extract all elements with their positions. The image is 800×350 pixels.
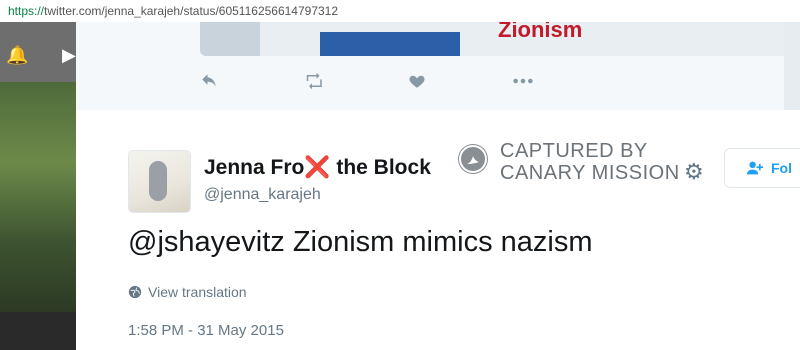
watermark-line2: CANARY MISSION — [500, 162, 680, 184]
more-icon[interactable] — [512, 72, 616, 96]
follow-user-icon — [747, 161, 763, 175]
follow-button[interactable]: Fol — [724, 148, 800, 188]
url-path: twitter.com/jenna_karajeh/status/6051162… — [44, 4, 339, 18]
follow-label: Fol — [771, 160, 792, 176]
display-name-part2: the Block — [330, 156, 431, 179]
user-handle[interactable]: @jenna_karajeh — [204, 186, 321, 204]
tweet-timestamp[interactable]: 1:58 PM - 31 May 2015 — [128, 322, 284, 339]
watermark-line1: CAPTURED BY — [500, 140, 648, 162]
url-scheme: https:// — [8, 4, 45, 18]
tweet-detail: Jenna Fro❌ the Block @jenna_karajeh CAPT… — [76, 110, 800, 350]
reply-icon[interactable] — [200, 72, 304, 96]
display-name[interactable]: Jenna Fro❌ the Block — [204, 156, 431, 180]
canary-logo — [458, 144, 488, 174]
background-photo-strip — [0, 22, 76, 350]
media-red-text: Zionism — [498, 22, 583, 42]
tweet-text: @jshayevitz Zionism mimics nazism — [128, 226, 593, 258]
background-foliage — [0, 82, 76, 312]
avatar[interactable] — [128, 150, 191, 213]
media-blue-block — [320, 32, 460, 56]
view-translation-label: View translation — [148, 284, 247, 300]
watermark-text: CAPTURED BY CANARY MISSION — [500, 140, 680, 184]
play-icon[interactable]: ▶ — [62, 44, 76, 66]
tweet-actions — [200, 72, 616, 96]
bell-icon[interactable]: 🔔 — [6, 44, 28, 66]
globe-icon — [128, 285, 142, 299]
media-building — [200, 22, 260, 56]
heart-icon[interactable] — [408, 72, 512, 96]
view-translation-link[interactable]: View translation — [128, 284, 247, 300]
background-bottom — [0, 312, 76, 350]
previous-tweet-media[interactable]: Zionism — [200, 22, 798, 56]
page-background-edge — [784, 22, 800, 110]
previous-tweet-card: Zionism — [76, 22, 798, 111]
address-bar[interactable]: https:// twitter.com/jenna_karajeh/statu… — [0, 0, 800, 23]
display-name-part1: Jenna Fro — [204, 156, 305, 179]
avatar-figure — [149, 161, 167, 201]
display-name-emoji: ❌ — [304, 156, 331, 179]
gear-icon[interactable]: ⚙ — [684, 160, 708, 184]
retweet-icon[interactable] — [304, 72, 408, 96]
